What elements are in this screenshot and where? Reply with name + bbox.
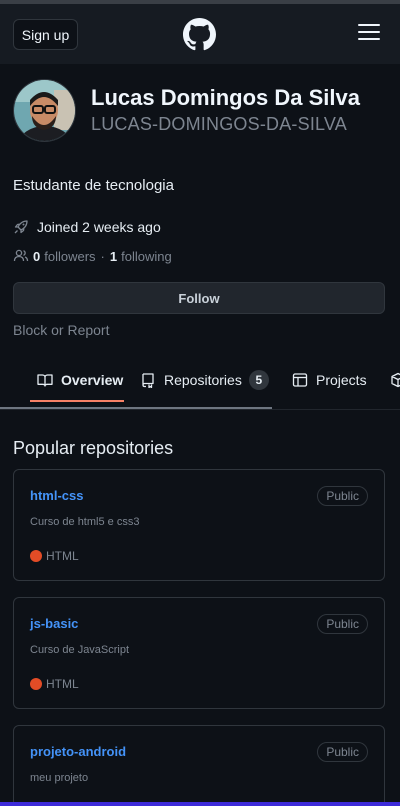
table-icon: [292, 373, 308, 387]
visibility-badge: Public: [317, 614, 368, 634]
avatar[interactable]: [13, 79, 76, 142]
tab-projects-label: Projects: [316, 372, 367, 388]
package-icon: [391, 372, 400, 388]
joined-date: Joined 2 weeks ago: [13, 219, 161, 235]
repositories-count-badge: 5: [248, 370, 269, 390]
bottom-edge-bar: [0, 802, 400, 806]
repo-description: meu projeto: [30, 772, 89, 784]
profile-tabs: Overview Repositories 5 Projects: [0, 357, 400, 410]
profile-name: Lucas Domingos Da Silva: [91, 85, 360, 110]
profile-username: LUCAS-DOMINGOS-DA-SILVA: [91, 114, 347, 134]
follow-button[interactable]: Follow: [13, 282, 385, 314]
followers-link[interactable]: followers: [44, 249, 95, 264]
repo-name-link[interactable]: html-css: [30, 488, 83, 503]
hamburger-menu-icon[interactable]: [358, 24, 382, 46]
tab-overview-label: Overview: [61, 372, 124, 388]
book-icon: [37, 374, 53, 387]
following-count[interactable]: 1: [110, 249, 117, 264]
repo-language: HTML: [30, 549, 79, 563]
tab-packages[interactable]: [390, 357, 400, 403]
top-header: Sign up: [0, 0, 400, 64]
tabs-divider: [0, 409, 400, 410]
repo-name-link[interactable]: js-basic: [30, 616, 78, 631]
language-color-dot: [30, 678, 42, 690]
repo-card: html-css Public Curso de html5 e css3 HT…: [13, 469, 385, 581]
repo-description: Curso de html5 e css3: [30, 516, 140, 528]
github-mark-icon[interactable]: [183, 18, 216, 51]
repo-card: js-basic Public Curso de JavaScript HTML: [13, 597, 385, 709]
rocket-icon: [14, 220, 28, 234]
people-icon: [13, 249, 29, 262]
visibility-badge: Public: [317, 486, 368, 506]
repo-name-link[interactable]: projeto-android: [30, 744, 126, 759]
repo-language: HTML: [30, 677, 79, 691]
joined-text: Joined 2 weeks ago: [37, 219, 161, 235]
followers-count[interactable]: 0: [33, 249, 40, 264]
repo-card: projeto-android Public meu projeto: [13, 725, 385, 806]
repo-icon: [142, 373, 154, 388]
language-color-dot: [30, 550, 42, 562]
language-name: HTML: [46, 549, 79, 563]
active-tab-indicator: [30, 400, 124, 402]
profile-page: Sign up Lucas Domingos Da Silva LUCAS-DO…: [0, 0, 400, 806]
follow-stats: 0 followers · 1 following: [13, 248, 172, 264]
profile-bio: Estudante de tecnologia: [13, 177, 174, 194]
visibility-badge: Public: [317, 742, 368, 762]
language-name: HTML: [46, 677, 79, 691]
signup-button[interactable]: Sign up: [13, 19, 78, 50]
block-or-report-link[interactable]: Block or Report: [13, 322, 109, 338]
popular-repositories-heading: Popular repositories: [13, 438, 174, 458]
following-link[interactable]: following: [121, 249, 172, 264]
tab-repositories[interactable]: Repositories 5: [140, 357, 269, 403]
tab-projects[interactable]: Projects: [292, 357, 367, 403]
separator-dot: ·: [100, 248, 105, 264]
repo-description: Curso de JavaScript: [30, 644, 130, 656]
tab-overview[interactable]: Overview: [37, 357, 123, 403]
tab-repositories-label: Repositories: [164, 372, 242, 388]
